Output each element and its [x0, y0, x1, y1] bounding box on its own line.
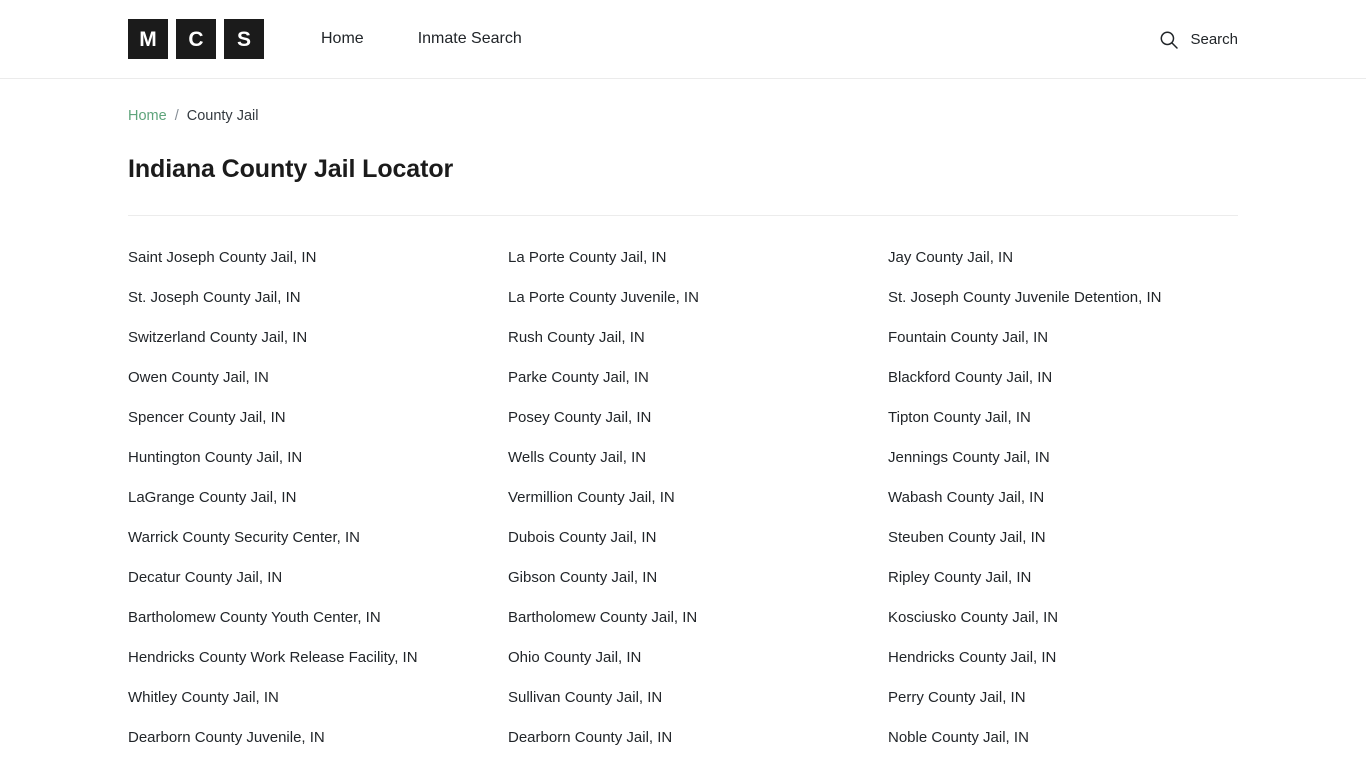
jail-link[interactable]: Gibson County Jail, IN	[508, 558, 888, 598]
nav-inmate-search[interactable]: Inmate Search	[400, 30, 540, 48]
jail-link[interactable]: Fountain County Jail, IN	[888, 318, 1268, 358]
jail-link[interactable]: LaGrange County Jail, IN	[128, 478, 508, 518]
jail-link[interactable]: Whitley County Jail, IN	[128, 678, 508, 718]
logo-tile-c: C	[176, 19, 216, 59]
jail-link[interactable]: Howard County Jail, IN	[508, 758, 888, 768]
jail-link[interactable]: Posey County Jail, IN	[508, 398, 888, 438]
jail-link[interactable]: Switzerland County Jail, IN	[128, 318, 508, 358]
jail-link[interactable]: Warrick County Security Center, IN	[128, 518, 508, 558]
jail-link[interactable]: Parke County Jail, IN	[508, 358, 888, 398]
nav-home[interactable]: Home	[321, 30, 400, 48]
jail-link[interactable]: Dearborn County Juvenile, IN	[128, 718, 508, 758]
jail-link[interactable]: Wabash County Jail, IN	[888, 478, 1268, 518]
jail-link[interactable]: Kosciusko County Jail, IN	[888, 598, 1268, 638]
jail-link[interactable]: Noble County Jail, IN	[888, 718, 1268, 758]
jail-link[interactable]: Wells County Jail, IN	[508, 438, 888, 478]
jail-link[interactable]: Owen County Jail, IN	[128, 358, 508, 398]
search-icon	[1159, 30, 1179, 50]
jail-link[interactable]: Decatur County Jail, IN	[128, 558, 508, 598]
jail-link[interactable]: Rush County Jail, IN	[508, 318, 888, 358]
jail-column-1: Saint Joseph County Jail, IN St. Joseph C…	[128, 238, 508, 768]
jail-link[interactable]: Ripley County Jail, IN	[888, 558, 1268, 598]
jail-link[interactable]: Jennings County Jail, IN	[888, 438, 1268, 478]
main-navigation: Home Inmate Search	[321, 30, 540, 48]
title-divider	[128, 215, 1238, 216]
jail-link[interactable]: St. Joseph County Juvenile Detention, IN	[888, 278, 1268, 318]
jail-link[interactable]: Spencer County Jail, IN	[128, 398, 508, 438]
site-header: M C S Home Inmate Search Search	[0, 0, 1366, 79]
jail-link[interactable]: Bartholomew County Jail, IN	[508, 598, 888, 638]
jail-link[interactable]: Blackford County Jail, IN	[888, 358, 1268, 398]
jail-link[interactable]: Steuben County Jail, IN	[888, 518, 1268, 558]
jail-column-3: Jay County Jail, IN St. Joseph County Juv…	[888, 238, 1268, 768]
page-content: Home / County Jail Indiana County Jail L…	[0, 79, 1366, 768]
jail-link[interactable]: Sullivan County Jail, IN	[508, 678, 888, 718]
jail-link[interactable]: Ohio County Jail, IN	[508, 638, 888, 678]
jail-link[interactable]: Jay County Jail, IN	[888, 238, 1268, 278]
search-label: Search	[1190, 31, 1238, 48]
jail-link[interactable]: Vermillion County Jail, IN	[508, 478, 888, 518]
jail-link[interactable]: Huntington County Jail, IN	[128, 438, 508, 478]
jail-link[interactable]: Dubois County Jail, IN	[508, 518, 888, 558]
breadcrumb-home-link[interactable]: Home	[128, 108, 167, 124]
jail-link[interactable]: Howard County Youth, IN	[888, 758, 1268, 768]
jail-list-grid: Saint Joseph County Jail, IN St. Joseph C…	[128, 238, 1238, 768]
logo-tile-s: S	[224, 19, 264, 59]
site-logo[interactable]: M C S	[128, 19, 264, 59]
page-title: Indiana County Jail Locator	[128, 155, 454, 183]
jail-link[interactable]: Tipton County Jail, IN	[888, 398, 1268, 438]
jail-link[interactable]: Hendricks County Work Release Facility, …	[128, 638, 508, 678]
jail-link[interactable]: La Porte County Juvenile, IN	[508, 278, 888, 318]
breadcrumb-separator: /	[174, 108, 179, 124]
logo-tile-m: M	[128, 19, 168, 59]
jail-link[interactable]: Perry County Jail, IN	[888, 678, 1268, 718]
search-button[interactable]: Search	[1159, 0, 1238, 79]
jail-link[interactable]: Saint Joseph County Jail, IN	[128, 238, 508, 278]
breadcrumb-current: County Jail	[186, 108, 259, 124]
jail-link[interactable]: Dearborn County Jail, IN	[508, 718, 888, 758]
jail-column-2: La Porte County Jail, IN La Porte County …	[508, 238, 888, 768]
jail-link[interactable]: St. Joseph County Jail, IN	[128, 278, 508, 318]
jail-link[interactable]: White County Jail, IN	[128, 758, 508, 768]
jail-link[interactable]: Hendricks County Jail, IN	[888, 638, 1268, 678]
jail-link[interactable]: La Porte County Jail, IN	[508, 238, 888, 278]
jail-link[interactable]: Bartholomew County Youth Center, IN	[128, 598, 508, 638]
breadcrumb: Home / County Jail	[128, 79, 1238, 124]
